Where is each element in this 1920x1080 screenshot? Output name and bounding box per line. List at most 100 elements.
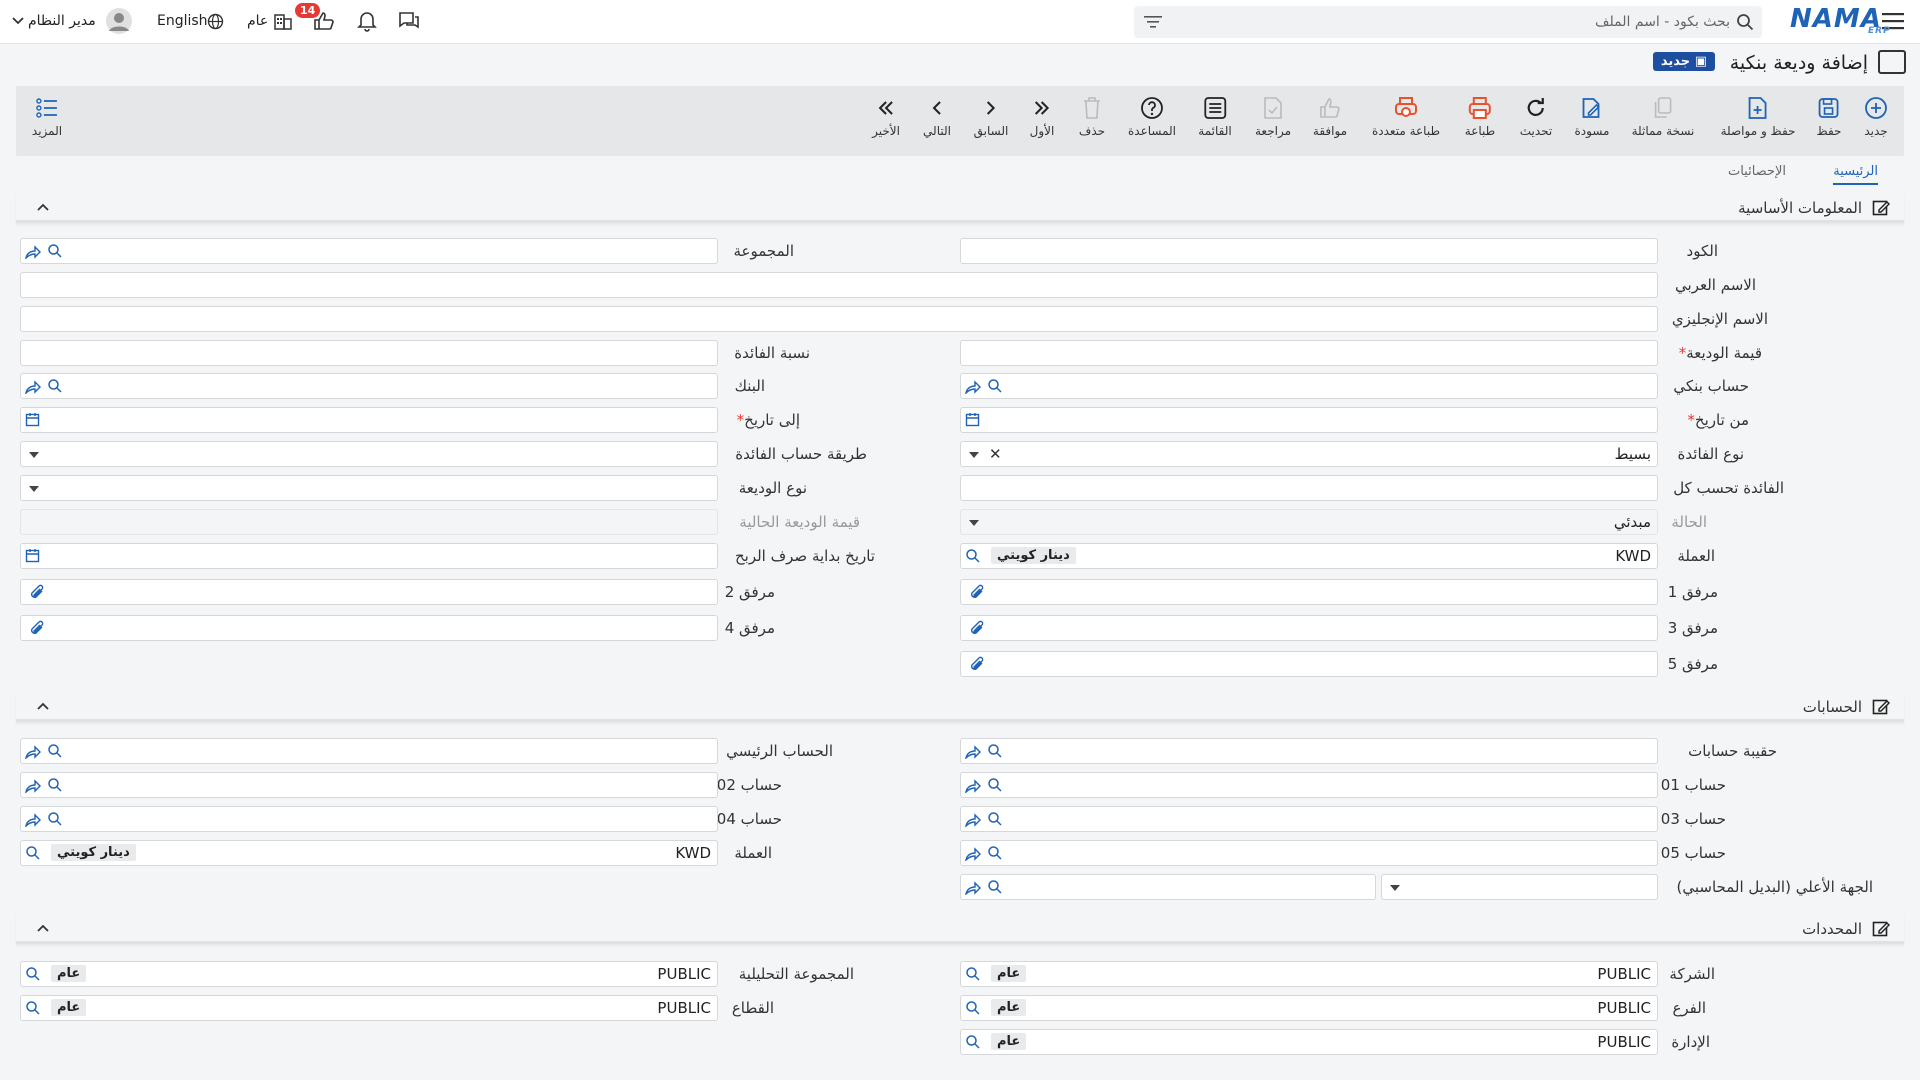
paperclip-icon[interactable] — [969, 584, 985, 604]
higher-party-type-select[interactable] — [1381, 874, 1658, 900]
search-icon[interactable] — [25, 845, 41, 865]
search-icon[interactable] — [965, 1000, 981, 1020]
help-button[interactable]: المساعدة — [1128, 94, 1176, 138]
language-switch[interactable]: English — [157, 13, 208, 29]
multi-print-button[interactable]: طباعة متعددة — [1372, 94, 1440, 138]
paperclip-icon[interactable] — [29, 620, 45, 640]
search-input[interactable] — [1170, 6, 1730, 38]
first-button[interactable]: الأول — [1030, 94, 1054, 138]
analytic-group-field[interactable]: PUBLIC عام — [20, 961, 718, 987]
search-icon[interactable] — [47, 378, 63, 398]
department-field[interactable]: PUBLIC عام — [960, 1029, 1658, 1055]
paperclip-icon[interactable] — [29, 584, 45, 604]
tab-statistics[interactable]: الإحصائيات — [1728, 164, 1786, 179]
accounts-currency-field[interactable]: KWD دينار كويتي — [20, 840, 718, 866]
new-button[interactable]: جديد — [1864, 94, 1888, 138]
from-date-field[interactable] — [960, 407, 1658, 433]
search-icon[interactable] — [25, 966, 41, 986]
main-account-field[interactable] — [20, 738, 718, 764]
deposit-type-select[interactable] — [20, 475, 718, 501]
share-icon[interactable] — [24, 744, 41, 763]
paperclip-icon[interactable] — [969, 656, 985, 676]
search-icon[interactable] — [987, 777, 1003, 797]
draft-button[interactable]: مسودة — [1575, 94, 1609, 138]
share-icon[interactable] — [964, 379, 981, 398]
save-continue-button[interactable]: حفظ و مواصلة — [1721, 94, 1795, 138]
account02-field[interactable] — [20, 772, 718, 798]
search-icon[interactable] — [25, 1000, 41, 1020]
clear-icon[interactable]: ✕ — [989, 445, 1002, 463]
chevron-down-icon[interactable] — [12, 16, 24, 26]
print-button[interactable]: طباعة — [1465, 94, 1495, 138]
paperclip-icon[interactable] — [969, 620, 985, 640]
calendar-icon[interactable] — [965, 412, 980, 431]
dropdown-caret-icon[interactable] — [29, 486, 39, 492]
account01-field[interactable] — [960, 772, 1658, 798]
review-button[interactable]: مراجعة — [1255, 94, 1291, 138]
globe-icon[interactable] — [207, 13, 224, 30]
currency-field[interactable]: KWD دينار كويتي — [960, 543, 1658, 569]
search-icon[interactable] — [1736, 13, 1754, 31]
sector-field[interactable]: PUBLIC عام — [20, 995, 718, 1021]
share-icon[interactable] — [964, 778, 981, 797]
search-icon[interactable] — [987, 743, 1003, 763]
search-icon[interactable] — [47, 777, 63, 797]
interest-calc-method-select[interactable] — [20, 441, 718, 467]
calendar-icon[interactable] — [25, 412, 40, 431]
higher-party-field[interactable] — [960, 874, 1376, 900]
more-button[interactable]: المزيد — [32, 94, 62, 138]
search-icon[interactable] — [965, 548, 981, 568]
account05-field[interactable] — [960, 840, 1658, 866]
interest-every-field[interactable] — [960, 475, 1658, 501]
search-icon[interactable] — [987, 378, 1003, 398]
english-name-field[interactable] — [20, 306, 1658, 332]
attachment3-field[interactable] — [960, 615, 1658, 641]
list-button[interactable]: القائمة — [1198, 94, 1232, 138]
share-icon[interactable] — [24, 244, 41, 263]
dropdown-caret-icon[interactable] — [29, 452, 39, 458]
chevron-up-icon[interactable] — [36, 920, 50, 939]
approve-button[interactable]: موافقة — [1313, 94, 1347, 138]
bank-account-field[interactable] — [960, 373, 1658, 399]
attachment2-field[interactable] — [20, 579, 718, 605]
chat-icon[interactable] — [398, 11, 420, 31]
account03-field[interactable] — [960, 806, 1658, 832]
share-icon[interactable] — [24, 379, 41, 398]
user-name[interactable]: مدير النظام — [28, 13, 96, 29]
to-date-field[interactable] — [20, 407, 718, 433]
section-accounts[interactable]: الحسابات — [16, 692, 1904, 722]
section-dimensions[interactable]: المحددات — [16, 914, 1904, 944]
search-icon[interactable] — [987, 811, 1003, 831]
attachment4-field[interactable] — [20, 615, 718, 641]
search-icon[interactable] — [47, 243, 63, 263]
delete-button[interactable]: حذف — [1079, 94, 1105, 138]
scope-label[interactable]: عام — [247, 13, 268, 29]
share-icon[interactable] — [24, 778, 41, 797]
dropdown-caret-icon[interactable] — [969, 520, 979, 526]
dropdown-caret-icon[interactable] — [1390, 885, 1400, 891]
share-icon[interactable] — [964, 880, 981, 899]
chevron-up-icon[interactable] — [36, 199, 50, 218]
arabic-name-field[interactable] — [20, 272, 1658, 298]
group-field[interactable] — [20, 238, 718, 264]
last-button[interactable]: الأخير — [872, 94, 900, 138]
avatar[interactable] — [106, 8, 132, 34]
company-icon[interactable] — [273, 11, 293, 31]
interest-type-select[interactable]: بسيط ✕ — [960, 441, 1658, 467]
save-button[interactable]: حفظ — [1817, 94, 1841, 138]
branch-field[interactable]: PUBLIC عام — [960, 995, 1658, 1021]
company-field[interactable]: PUBLIC عام — [960, 961, 1658, 987]
status-select[interactable]: مبدئي — [960, 509, 1658, 535]
chevron-up-icon[interactable] — [36, 698, 50, 717]
share-icon[interactable] — [964, 812, 981, 831]
search-icon[interactable] — [965, 966, 981, 986]
previous-button[interactable]: السابق — [974, 94, 1008, 138]
search-icon[interactable] — [47, 811, 63, 831]
profit-start-date-field[interactable] — [20, 543, 718, 569]
share-icon[interactable] — [24, 812, 41, 831]
calendar-icon[interactable] — [25, 548, 40, 567]
duplicate-button[interactable]: نسخة مماثلة — [1632, 94, 1694, 138]
bank-field[interactable] — [20, 373, 718, 399]
deposit-value-field[interactable] — [960, 340, 1658, 366]
refresh-button[interactable]: تحديث — [1520, 94, 1552, 138]
